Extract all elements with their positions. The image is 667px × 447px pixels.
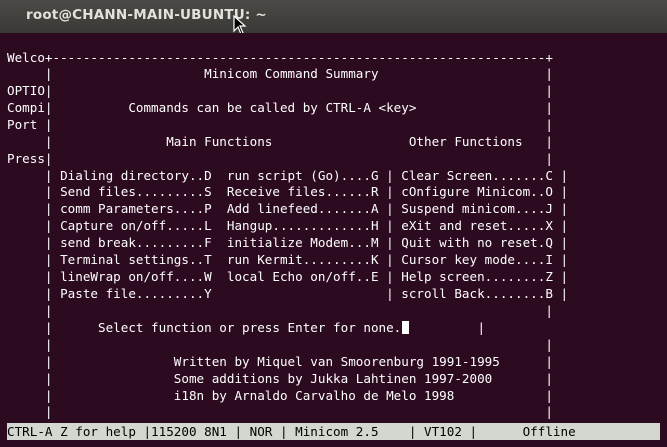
menu-row: | Capture on/off.....L Hangup...........…	[7, 218, 569, 233]
status-bar: CTRL-A Z for help |115200 8N1 | NOR | Mi…	[0, 422, 667, 447]
terminal-line: Welco+----------------------------------…	[7, 50, 553, 65]
credit-line: | Some additions by Jukka Lahtinen 1997-…	[7, 371, 553, 386]
mouse-pointer-icon	[233, 15, 247, 35]
credit-line: | Written by Miquel van Smoorenburg 1991…	[7, 354, 553, 369]
prompt-line: | Select function or press Enter for non…	[7, 320, 485, 336]
terminal-line: | |	[7, 404, 553, 419]
menu-row: | send break.........F initialize Modem.…	[7, 235, 569, 250]
menu-row: | Send files.........S Receive files....…	[7, 184, 569, 199]
menu-row: | Terminal settings..T run Kermit.......…	[7, 252, 569, 267]
menu-row: | lineWrap on/off....W local Echo on/off…	[7, 269, 569, 284]
menu-row: | Paste file.........Y | scroll Back....…	[7, 286, 569, 301]
terminal-line: OPTIO| |	[7, 83, 553, 98]
terminal-line: | Minicom Command Summary |	[7, 66, 553, 81]
menu-row: | Dialing directory..D run script (Go)..…	[7, 168, 569, 183]
terminal-line: Port | |	[7, 117, 553, 132]
terminal-line: Press| |	[7, 151, 553, 166]
terminal-scrollbar[interactable]	[652, 33, 667, 422]
terminal-line: | Main Functions Other Functions |	[7, 134, 553, 149]
window-titlebar[interactable]: root@CHANN-MAIN-UBUNTU: ~	[0, 0, 667, 35]
terminal-line: Compi| Commands can be called by CTRL-A …	[7, 100, 553, 115]
menu-row: | comm Parameters....P Add linefeed.....…	[7, 201, 569, 216]
status-text: CTRL-A Z for help |115200 8N1 | NOR | Mi…	[7, 423, 660, 440]
terminal-line: | |	[7, 337, 553, 352]
window-title: root@CHANN-MAIN-UBUNTU: ~	[26, 7, 267, 23]
terminal-line: | |	[7, 303, 553, 318]
credit-line: | i18n by Arnaldo Carvalho de Melo 1998 …	[7, 388, 553, 403]
prompt-tail: |	[409, 320, 486, 335]
terminal-area[interactable]: Welco+----------------------------------…	[0, 33, 667, 422]
prompt-text: | Select function or press Enter for non…	[7, 320, 402, 335]
